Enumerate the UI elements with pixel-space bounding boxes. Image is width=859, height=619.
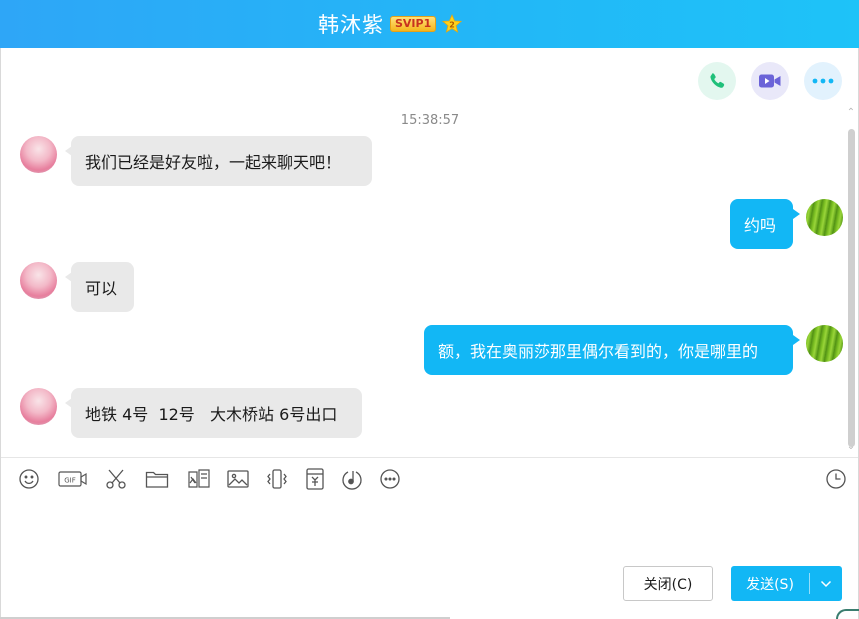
title-bar: 韩沐紫 SVIP1 2	[0, 0, 859, 48]
bubble-tail	[793, 209, 800, 219]
send-file-button[interactable]	[145, 467, 169, 491]
send-button[interactable]: 发送(S)	[731, 566, 842, 601]
contact-name[interactable]: 韩沐紫	[318, 9, 384, 39]
chat-scrollbar[interactable]: ⌃ ⌄	[845, 107, 857, 453]
send-button-label: 发送(S)	[746, 576, 794, 593]
message-input[interactable]	[16, 500, 836, 555]
image-edit-icon	[188, 469, 210, 488]
star-badge-icon[interactable]: 2	[442, 13, 463, 34]
title-group: 韩沐紫 SVIP1 2	[318, 9, 463, 39]
gif-button[interactable]: GIF	[58, 467, 88, 491]
contact-avatar[interactable]	[20, 262, 57, 299]
more-icon	[380, 469, 400, 489]
message-bubble-incoming[interactable]: 地铁 4号 12号 大木桥站 6号出口	[71, 388, 362, 438]
edit-image-button[interactable]	[187, 467, 211, 491]
emoji-button[interactable]	[17, 467, 41, 491]
message-text: 我们已经是好友啦，一起来聊天吧！	[85, 153, 342, 172]
self-avatar[interactable]	[806, 199, 843, 236]
self-avatar[interactable]	[806, 325, 843, 362]
message-text: 额，我在奥丽莎那里偶尔看到的，你是哪里的	[438, 342, 759, 361]
toolbar-more-button[interactable]	[378, 467, 402, 491]
message-text: 地铁 4号 12号 大木桥站 6号出口	[85, 405, 338, 424]
voice-call-button[interactable]	[698, 62, 736, 100]
scroll-thumb[interactable]	[848, 129, 855, 447]
message-text: 约吗	[744, 216, 777, 235]
message-text: 可以	[85, 279, 118, 298]
chevron-down-icon	[820, 580, 832, 587]
message-bubble-outgoing[interactable]: 约吗	[730, 199, 793, 249]
gif-icon: GIF	[58, 471, 87, 487]
screenshot-button[interactable]	[104, 467, 128, 491]
send-image-button[interactable]	[226, 467, 250, 491]
phone-icon	[710, 73, 725, 88]
send-options-dropdown[interactable]	[810, 580, 842, 588]
music-button[interactable]	[340, 467, 364, 491]
window-shake-button[interactable]	[265, 467, 289, 491]
svg-text:GIF: GIF	[64, 477, 76, 485]
history-clock-icon	[826, 469, 846, 489]
contact-avatar[interactable]	[20, 136, 57, 173]
bubble-tail	[793, 335, 800, 345]
smiley-icon	[19, 469, 39, 489]
svip-badge[interactable]: SVIP1	[390, 16, 437, 32]
music-icon	[342, 471, 362, 490]
scroll-up-arrow-icon[interactable]: ⌃	[845, 107, 857, 119]
more-icon	[812, 78, 834, 84]
video-call-button[interactable]	[751, 62, 789, 100]
message-timestamp: 15:38:57	[400, 113, 460, 128]
corner-decoration	[836, 609, 859, 619]
scissors-icon	[106, 469, 126, 489]
message-bubble-incoming[interactable]: 可以	[71, 262, 134, 312]
red-packet-icon	[306, 468, 324, 490]
close-button[interactable]: 关闭(C)	[623, 566, 713, 601]
shake-icon	[267, 469, 287, 489]
scroll-down-arrow-icon[interactable]: ⌄	[845, 441, 857, 453]
contact-avatar[interactable]	[20, 388, 57, 425]
input-divider	[1, 457, 858, 458]
message-bubble-outgoing[interactable]: 额，我在奥丽莎那里偶尔看到的，你是哪里的	[424, 325, 793, 375]
message-bubble-incoming[interactable]: 我们已经是好友啦，一起来聊天吧！	[71, 136, 372, 186]
folder-icon	[145, 471, 169, 488]
video-camera-icon	[759, 74, 781, 88]
message-history-button[interactable]	[824, 467, 848, 491]
more-actions-button[interactable]	[804, 62, 842, 100]
svg-text:2: 2	[449, 21, 455, 30]
red-packet-button[interactable]	[303, 467, 327, 491]
image-icon	[227, 470, 249, 488]
